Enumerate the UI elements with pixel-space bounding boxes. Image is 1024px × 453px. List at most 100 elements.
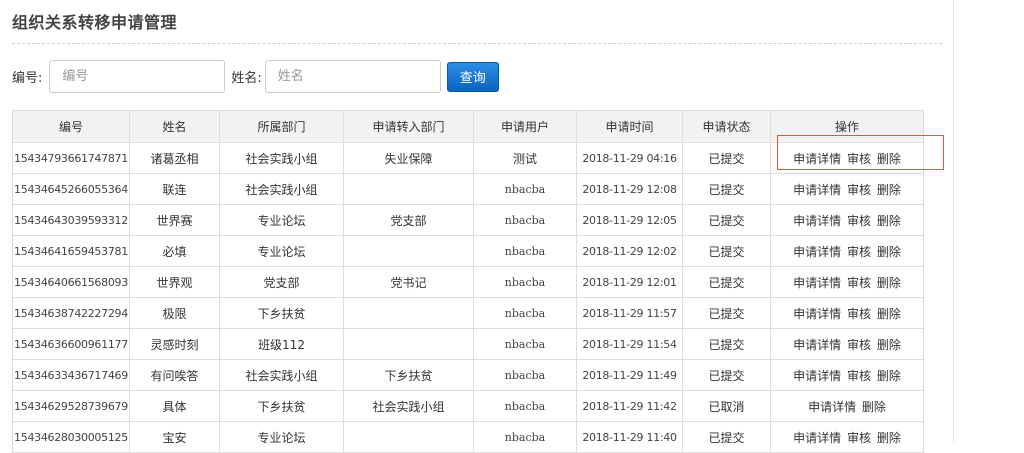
delete-link[interactable]: 删除	[877, 152, 901, 166]
cell-actions: 申请详情 审核 删除	[770, 328, 924, 360]
cell-name: 世界赛	[129, 204, 220, 236]
detail-link[interactable]: 申请详情	[793, 338, 841, 352]
page-title: 组织关系转移申请管理	[12, 13, 178, 32]
cell-id: 15434641659453781	[12, 235, 130, 267]
delete-link[interactable]: 删除	[877, 369, 901, 383]
cell-actions: 申请详情 审核 删除	[770, 235, 924, 267]
cell-actions: 申请详情 审核 删除	[770, 204, 924, 236]
delete-link[interactable]: 删除	[877, 307, 901, 321]
delete-link[interactable]: 删除	[877, 214, 901, 228]
detail-link[interactable]: 申请详情	[793, 245, 841, 259]
detail-link[interactable]: 申请详情	[793, 152, 841, 166]
cell-user: nbacba	[473, 173, 577, 205]
review-link[interactable]: 审核	[847, 214, 871, 228]
number-search-input[interactable]	[49, 60, 226, 93]
cell-user: nbacba	[473, 297, 577, 329]
delete-link[interactable]: 删除	[877, 183, 901, 197]
cell-time: 2018-11-29 04:16	[576, 142, 683, 174]
number-label: 编号:	[12, 71, 43, 86]
cell-name: 必填	[129, 235, 220, 267]
review-link[interactable]: 审核	[847, 431, 871, 445]
cell-actions: 申请详情 审核 删除	[770, 173, 924, 205]
cell-user: nbacba	[473, 204, 577, 236]
cell-status: 已提交	[682, 173, 771, 205]
column-header: 申请时间	[576, 110, 683, 143]
cell-actions: 申请详情 审核 删除	[770, 421, 924, 453]
content-right-border	[953, 0, 954, 443]
detail-link[interactable]: 申请详情	[793, 307, 841, 321]
cell-id: 15434636600961177	[12, 328, 130, 360]
column-header: 申请转入部门	[343, 110, 474, 143]
column-header: 申请用户	[473, 110, 577, 143]
cell-status: 已提交	[682, 235, 771, 267]
delete-link[interactable]: 删除	[877, 276, 901, 290]
cell-user: nbacba	[473, 421, 577, 453]
cell-status: 已提交	[682, 328, 771, 360]
cell-id: 15434638742227294	[12, 297, 130, 329]
cell-dept: 专业论坛	[219, 421, 344, 453]
cell-id: 15434633436717469	[12, 359, 130, 391]
cell-name: 诸葛丞相	[129, 142, 220, 174]
detail-link[interactable]: 申请详情	[793, 276, 841, 290]
cell-dept: 社会实践小组	[219, 173, 344, 205]
cell-target	[343, 173, 474, 205]
cell-user: nbacba	[473, 266, 577, 298]
cell-dept: 专业论坛	[219, 235, 344, 267]
review-link[interactable]: 审核	[847, 338, 871, 352]
cell-name: 联连	[129, 173, 220, 205]
cell-time: 2018-11-29 11:49	[576, 359, 683, 391]
cell-status: 已提交	[682, 204, 771, 236]
cell-status: 已提交	[682, 421, 771, 453]
name-search-input[interactable]	[264, 60, 441, 93]
delete-link[interactable]: 删除	[877, 431, 901, 445]
name-label: 姓名:	[231, 71, 262, 86]
cell-user: nbacba	[473, 359, 577, 391]
cell-target: 失业保障	[343, 142, 474, 174]
cell-target	[343, 297, 474, 329]
cell-target: 社会实践小组	[343, 390, 474, 422]
cell-status: 已提交	[682, 142, 771, 174]
cell-status: 已提交	[682, 297, 771, 329]
table-row: 15434628030005125 宝安 专业论坛 nbacba 2018-11-29 …	[12, 421, 924, 453]
cell-user: nbacba	[473, 328, 577, 360]
cell-dept: 下乡扶贫	[219, 297, 344, 329]
cell-name: 具体	[129, 390, 220, 422]
cell-dept: 党支部	[219, 266, 344, 298]
review-link[interactable]: 审核	[847, 183, 871, 197]
cell-id: 15434640661568093	[12, 266, 130, 298]
cell-time: 2018-11-29 12:08	[576, 173, 683, 205]
table-row: 15434643039593312 世界赛 专业论坛 党支部 nbacba 2018-11…	[12, 204, 924, 236]
column-header: 所属部门	[219, 110, 344, 143]
review-link[interactable]: 审核	[847, 152, 871, 166]
delete-link[interactable]: 删除	[862, 400, 886, 414]
query-button[interactable]: 查询	[446, 61, 499, 92]
cell-target: 党支部	[343, 204, 474, 236]
cell-time: 2018-11-29 11:42	[576, 390, 683, 422]
review-link[interactable]: 审核	[847, 369, 871, 383]
review-link[interactable]: 审核	[847, 276, 871, 290]
cell-name: 灵感时刻	[129, 328, 220, 360]
detail-link[interactable]: 申请详情	[793, 214, 841, 228]
cell-dept: 社会实践小组	[219, 359, 344, 391]
detail-link[interactable]: 申请详情	[793, 369, 841, 383]
table-row: 15434645266055364 联连 社会实践小组 nbacba 2018-11-2…	[12, 173, 924, 205]
cell-time: 2018-11-29 11:57	[576, 297, 683, 329]
cell-target	[343, 421, 474, 453]
cell-user: nbacba	[473, 235, 577, 267]
detail-link[interactable]: 申请详情	[793, 183, 841, 197]
cell-time: 2018-11-29 11:54	[576, 328, 683, 360]
cell-id: 15434643039593312	[12, 204, 130, 236]
table-header-row: 编号 姓名 所属部门 申请转入部门 申请用户 申请时间 申请状态 操作	[12, 110, 924, 143]
detail-link[interactable]: 申请详情	[793, 431, 841, 445]
table-row: 15434636600961177 灵感时刻 班级112 nbacba 2018-11-…	[12, 328, 924, 360]
delete-link[interactable]: 删除	[877, 245, 901, 259]
cell-target: 党书记	[343, 266, 474, 298]
review-link[interactable]: 审核	[847, 245, 871, 259]
cell-name: 世界观	[129, 266, 220, 298]
cell-time: 2018-11-29 11:40	[576, 421, 683, 453]
review-link[interactable]: 审核	[847, 307, 871, 321]
detail-link[interactable]: 申请详情	[808, 400, 856, 414]
delete-link[interactable]: 删除	[877, 338, 901, 352]
column-header: 姓名	[129, 110, 220, 143]
cell-time: 2018-11-29 12:02	[576, 235, 683, 267]
